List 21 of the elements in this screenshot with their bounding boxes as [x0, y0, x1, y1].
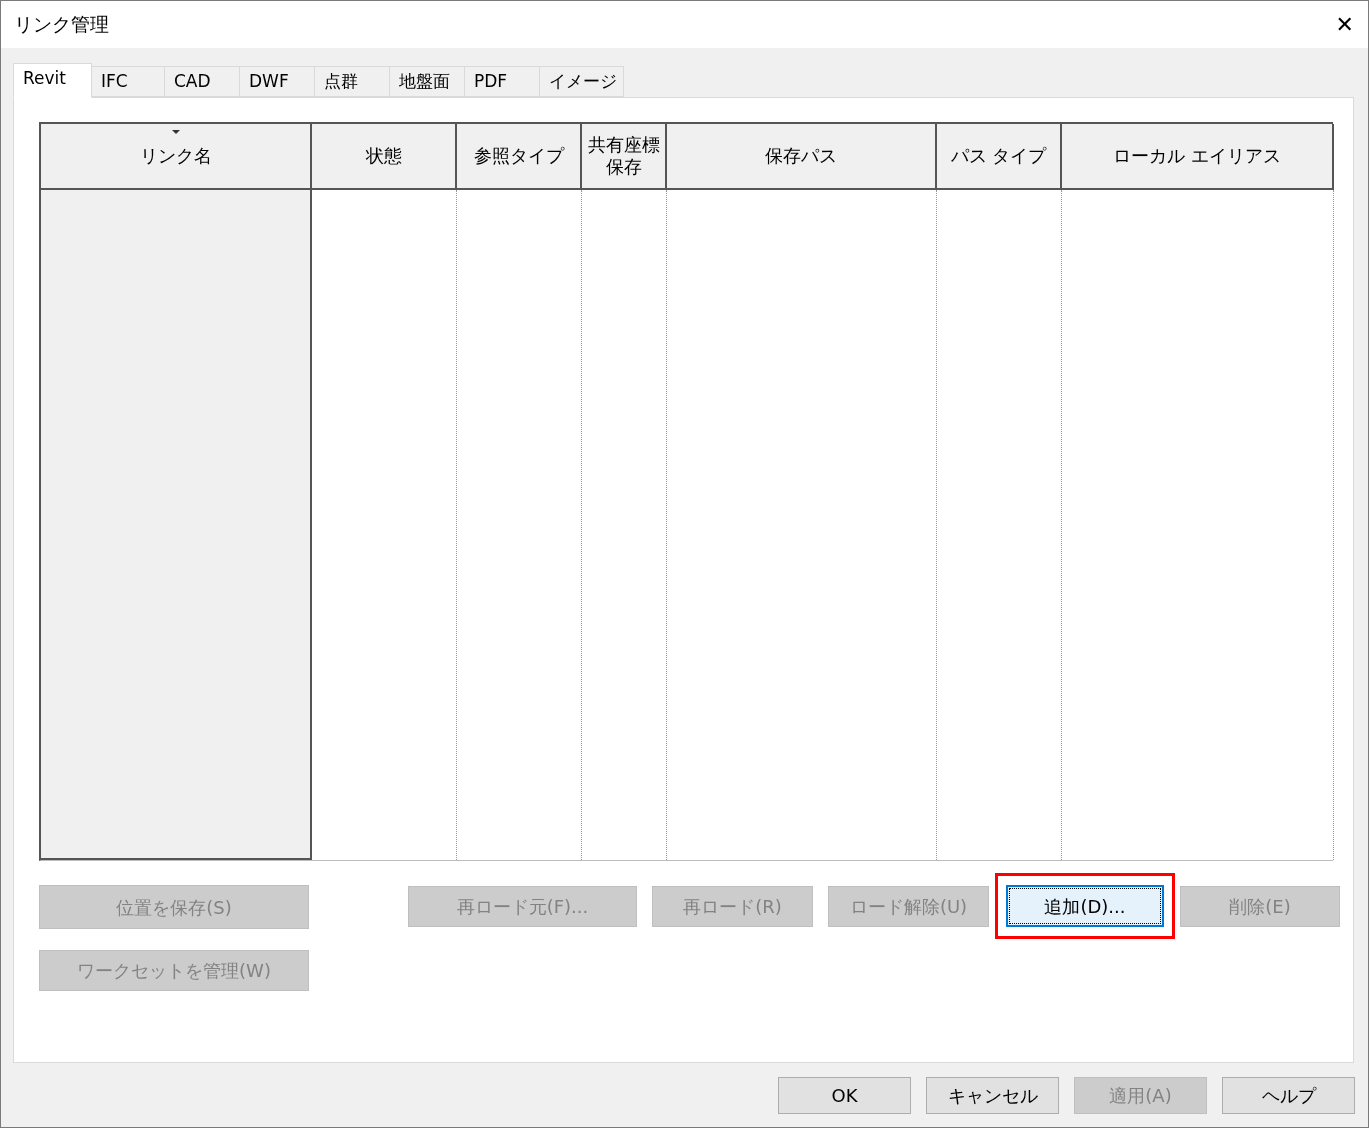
column-header[interactable]: 参照タイプ	[457, 124, 582, 190]
tab[interactable]: Revit	[13, 63, 92, 98]
tab[interactable]: PDF	[465, 66, 540, 97]
tab[interactable]: IFC	[92, 66, 165, 97]
column-header[interactable]: ローカル エイリアス	[1062, 124, 1334, 190]
window-title: リンク管理	[14, 12, 109, 38]
column-header[interactable]: 保存パス	[667, 124, 937, 190]
column-header[interactable]: パス タイプ	[937, 124, 1062, 190]
tab[interactable]: CAD	[165, 66, 240, 97]
dialog-button[interactable]: ヘルプ	[1222, 1077, 1355, 1114]
tab[interactable]: DWF	[240, 66, 315, 97]
close-button[interactable]: ✕	[1335, 13, 1354, 36]
dialog-button[interactable]: キャンセル	[926, 1077, 1059, 1114]
add-button[interactable]: 追加(D)...	[1006, 885, 1164, 927]
column-header[interactable]: 状態	[312, 124, 457, 190]
tab[interactable]: 点群	[315, 66, 390, 97]
column-header[interactable]: 共有座標保存	[582, 124, 667, 190]
tab[interactable]: イメージ	[540, 66, 624, 97]
column-header[interactable]: リンク名	[41, 124, 312, 190]
tab[interactable]: 地盤面	[390, 66, 465, 97]
dialog-button[interactable]: OK	[778, 1077, 911, 1114]
